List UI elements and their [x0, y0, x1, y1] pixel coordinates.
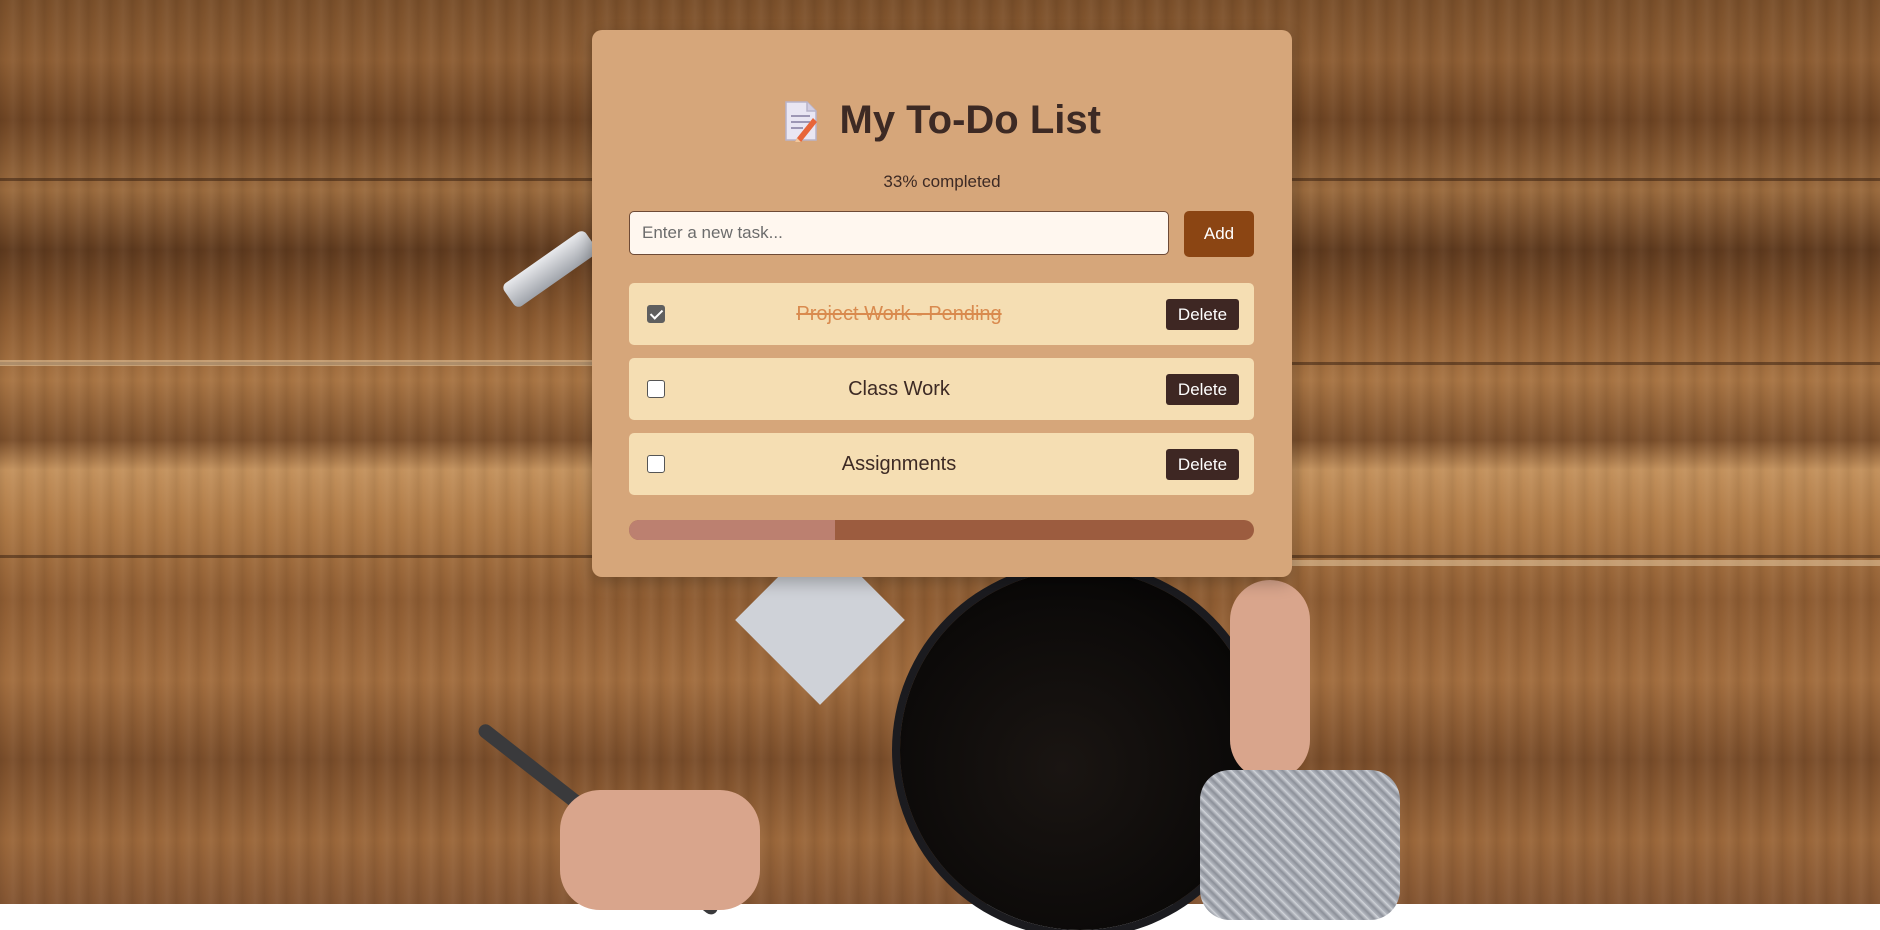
- memo-icon: [783, 100, 819, 142]
- task-checkbox[interactable]: [647, 380, 665, 398]
- task-item: Project Work - Pending Delete: [629, 283, 1254, 345]
- progress-bar-fill: [629, 520, 836, 540]
- title-row: My To-Do List: [592, 98, 1292, 143]
- task-checkbox[interactable]: [647, 305, 665, 323]
- todo-card: My To-Do List 33% completed Add Project …: [592, 30, 1292, 577]
- sweater-sleeve-image: [1200, 770, 1400, 920]
- task-label: Project Work - Pending: [796, 303, 1002, 325]
- task-label: Assignments: [841, 453, 957, 475]
- task-item: Class Work Delete: [629, 358, 1254, 420]
- task-item: Assignments Delete: [629, 433, 1254, 495]
- new-task-input[interactable]: [629, 211, 1169, 255]
- pen-cap-image: [501, 228, 599, 310]
- page-title: My To-Do List: [839, 98, 1101, 142]
- task-label: Class Work: [848, 378, 950, 400]
- hand-image: [560, 790, 760, 910]
- hand-image: [1230, 580, 1310, 780]
- task-checkbox[interactable]: [647, 455, 665, 473]
- delete-task-button[interactable]: Delete: [1166, 449, 1239, 480]
- progress-status-text: 33% completed: [883, 172, 1001, 191]
- add-task-button[interactable]: Add: [1184, 211, 1254, 257]
- plank-highlight: [1290, 560, 1880, 566]
- progress-bar: [629, 520, 1254, 540]
- plank-highlight: [0, 360, 600, 366]
- delete-task-button[interactable]: Delete: [1166, 374, 1239, 405]
- delete-task-button[interactable]: Delete: [1166, 299, 1239, 330]
